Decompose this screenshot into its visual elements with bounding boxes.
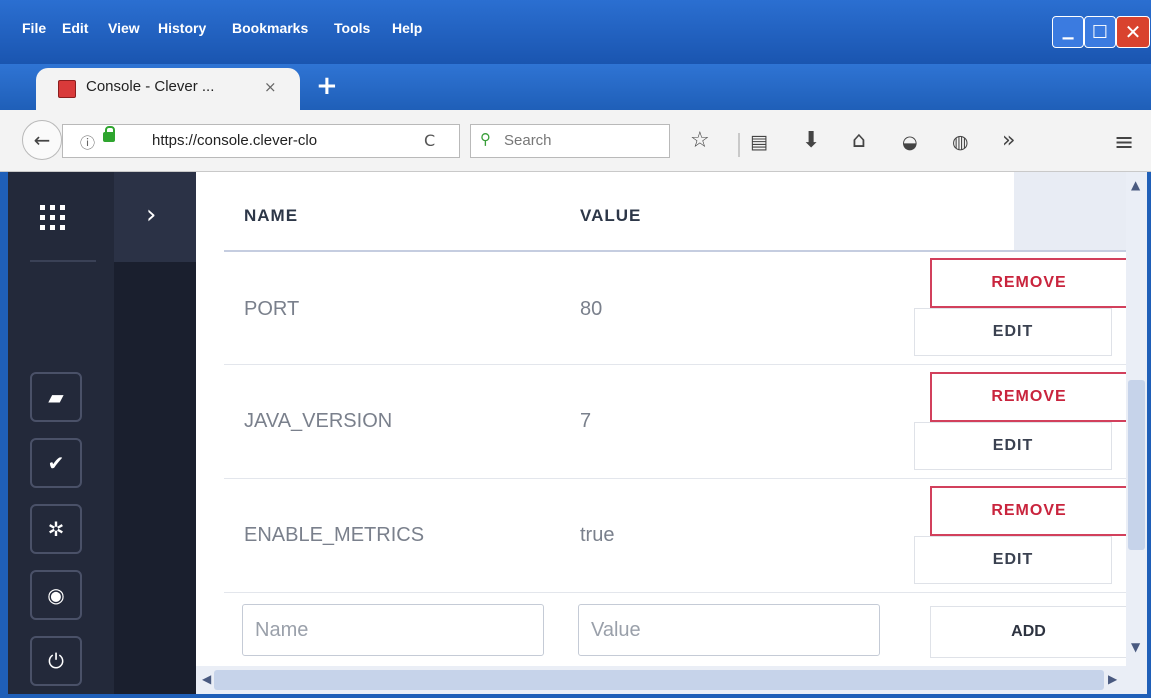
menu-edit[interactable]: Edit bbox=[62, 20, 88, 36]
sidebar-console-button[interactable]: ▰ bbox=[30, 372, 82, 422]
value-input[interactable]: Value bbox=[578, 604, 880, 656]
row-value: 7 bbox=[580, 410, 592, 432]
sidebar-check-button[interactable]: ✔ bbox=[30, 438, 82, 488]
reload-icon[interactable]: C bbox=[424, 131, 435, 150]
menu-view[interactable]: View bbox=[108, 20, 140, 36]
sidebar-settings-button[interactable]: ✲ bbox=[30, 504, 82, 554]
reading-list-icon[interactable]: ▤ bbox=[750, 131, 768, 153]
edit-button[interactable]: EDIT bbox=[914, 308, 1112, 356]
apps-grid-icon[interactable] bbox=[40, 205, 66, 231]
info-icon[interactable]: ⓘ bbox=[80, 132, 95, 153]
url-text[interactable]: https://console.clever-clo bbox=[152, 132, 317, 149]
menu-icon[interactable]: ≡ bbox=[1114, 128, 1134, 156]
back-button[interactable]: ← bbox=[22, 120, 62, 160]
power-icon: ⏻ bbox=[48, 649, 64, 673]
download-icon[interactable]: ⬇ bbox=[802, 128, 820, 153]
home-icon[interactable]: ⌂ bbox=[852, 128, 866, 153]
sidebar-divider bbox=[30, 260, 96, 262]
remove-button[interactable]: REMOVE bbox=[930, 258, 1126, 308]
menu-file[interactable]: File bbox=[22, 20, 46, 36]
scroll-left-icon[interactable]: ◀ bbox=[202, 672, 211, 686]
name-input[interactable]: Name bbox=[242, 604, 544, 656]
menu-tools[interactable]: Tools bbox=[334, 20, 370, 36]
back-arrow-icon: ← bbox=[33, 128, 51, 152]
row-divider bbox=[224, 364, 1126, 365]
sidebar-help-button[interactable]: ◉ bbox=[30, 570, 82, 620]
pocket-icon[interactable]: ◒ bbox=[902, 132, 918, 153]
column-header-value: VALUE bbox=[580, 206, 642, 225]
maximize-icon: ☐ bbox=[1091, 21, 1109, 43]
close-icon: ✕ bbox=[1124, 20, 1142, 44]
new-tab-button[interactable]: + bbox=[316, 71, 338, 101]
menu-bookmarks[interactable]: Bookmarks bbox=[232, 20, 308, 36]
help-icon: ◉ bbox=[47, 583, 65, 607]
sidebar-logout-button[interactable]: ⏻ bbox=[30, 636, 82, 686]
console-icon: ▰ bbox=[48, 385, 64, 409]
row-name: PORT bbox=[244, 298, 300, 320]
search-icon: ⚲ bbox=[480, 130, 491, 148]
search-placeholder: Search bbox=[504, 132, 552, 149]
maximize-button[interactable]: ☐ bbox=[1084, 16, 1116, 48]
minimize-button[interactable]: ▁ bbox=[1052, 16, 1084, 48]
tab-title: Console - Clever ... bbox=[86, 78, 215, 95]
row-value: 80 bbox=[580, 298, 603, 320]
gear-icon: ✲ bbox=[47, 517, 65, 541]
edit-button[interactable]: EDIT bbox=[914, 422, 1112, 470]
star-icon[interactable]: ☆ bbox=[690, 128, 710, 153]
menu-help[interactable]: Help bbox=[392, 20, 422, 36]
row-divider bbox=[224, 592, 1126, 593]
row-value: true bbox=[580, 524, 615, 546]
remove-button[interactable]: REMOVE bbox=[930, 486, 1126, 536]
add-button[interactable]: ADD bbox=[930, 606, 1126, 658]
tab-close-icon[interactable]: × bbox=[264, 78, 277, 96]
edit-button[interactable]: EDIT bbox=[914, 536, 1112, 584]
row-name: JAVA_VERSION bbox=[244, 410, 393, 432]
close-window-button[interactable]: ✕ bbox=[1116, 16, 1150, 48]
header-divider bbox=[224, 250, 1126, 252]
scroll-down-icon[interactable]: ▼ bbox=[1131, 640, 1140, 654]
scroll-up-icon[interactable]: ▲ bbox=[1131, 178, 1140, 192]
remove-button[interactable]: REMOVE bbox=[930, 372, 1126, 422]
check-icon: ✔ bbox=[47, 451, 65, 475]
menu-history[interactable]: History bbox=[158, 20, 206, 36]
extension-icon[interactable]: ◍ bbox=[952, 131, 969, 153]
lock-icon bbox=[103, 126, 115, 142]
overflow-icon[interactable]: » bbox=[1002, 128, 1015, 153]
scroll-right-icon[interactable]: ▶ bbox=[1108, 672, 1117, 686]
header-actions-cell bbox=[1014, 172, 1126, 250]
vertical-scroll-thumb[interactable] bbox=[1128, 380, 1145, 550]
horizontal-scroll-thumb[interactable] bbox=[214, 670, 1104, 690]
search-input[interactable] bbox=[470, 124, 670, 158]
row-divider bbox=[224, 478, 1126, 479]
toolbar-separator bbox=[738, 133, 740, 157]
row-name: ENABLE_METRICS bbox=[244, 524, 425, 546]
favicon-icon bbox=[58, 80, 76, 98]
chevron-right-icon[interactable]: › bbox=[146, 200, 156, 230]
column-header-name: NAME bbox=[244, 206, 299, 225]
minimize-icon: ▁ bbox=[1062, 24, 1074, 40]
